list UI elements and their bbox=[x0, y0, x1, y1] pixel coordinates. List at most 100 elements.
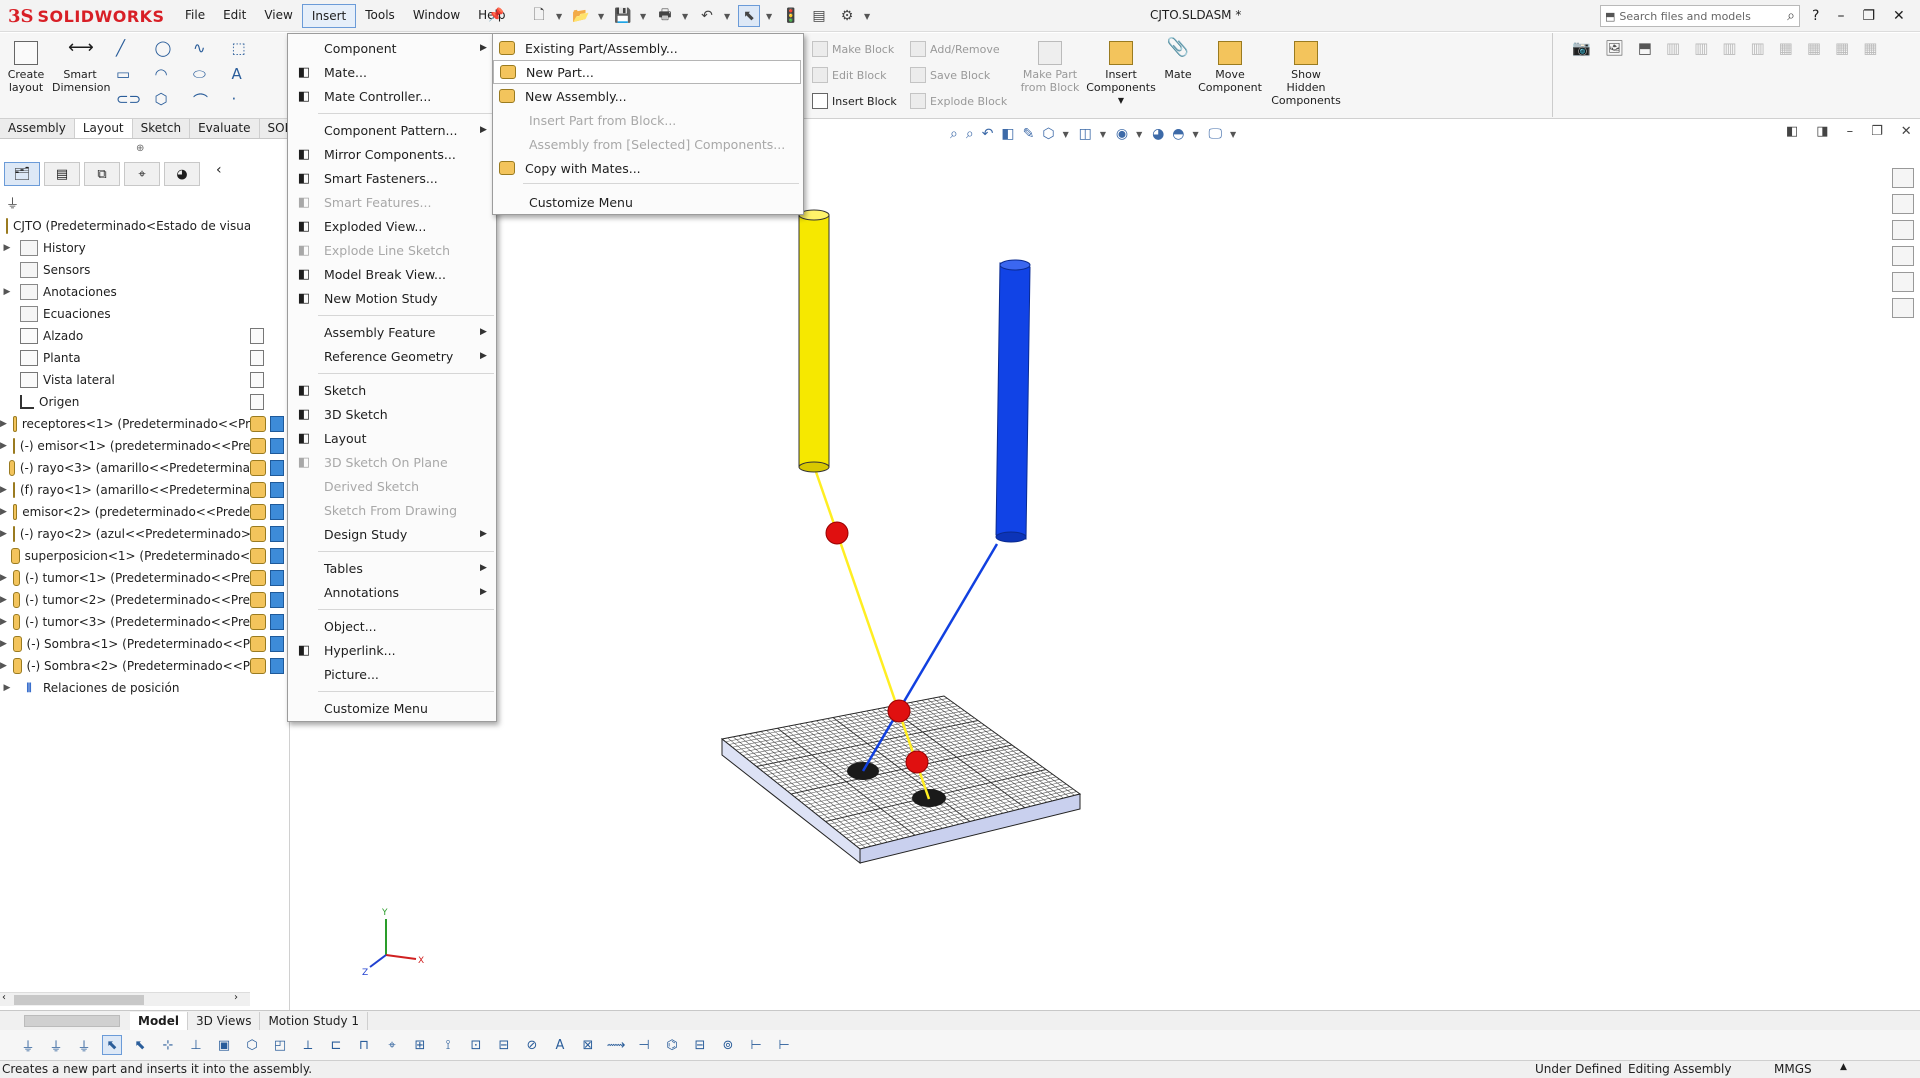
component-submenu-item[interactable]: Copy with Mates... bbox=[493, 156, 803, 180]
menu-view[interactable]: View bbox=[255, 4, 301, 28]
polygon-icon[interactable]: ⬡ bbox=[155, 90, 188, 113]
expand-arrow-icon[interactable]: ▶ bbox=[0, 243, 14, 253]
expand-arrow-icon[interactable]: ▶ bbox=[0, 419, 7, 429]
zoom-area-icon[interactable]: ⌕ bbox=[966, 126, 974, 142]
emitter-blue[interactable] bbox=[995, 259, 1031, 543]
tumor-2[interactable] bbox=[887, 699, 911, 723]
select-cursor-icon[interactable]: ⬉ bbox=[738, 5, 760, 27]
mate-button[interactable]: 📎 Mate bbox=[1160, 39, 1196, 82]
tree-item[interactable]: ▶ (-) tumor<2> (Predeterminado<<Pre bbox=[0, 589, 250, 611]
selection-filter-icon[interactable]: ⏚ bbox=[18, 1035, 38, 1055]
tree-item[interactable]: ▶ (f) rayo<1> (amarillo<<Predetermina bbox=[0, 479, 250, 501]
configuration-manager-tab[interactable]: ⧉ bbox=[84, 162, 120, 186]
dynamic-annotation-icon[interactable]: ✎ bbox=[1023, 126, 1035, 142]
trim-icon[interactable]: ⬚ bbox=[232, 39, 265, 59]
insert-menu-item[interactable]: ◧ Layout bbox=[288, 426, 496, 450]
close-icon[interactable]: ✕ bbox=[1893, 8, 1905, 24]
insert-menu-item[interactable]: Component ▶ bbox=[288, 36, 496, 60]
tab-evaluate[interactable]: Evaluate bbox=[190, 119, 260, 138]
align-icon[interactable]: ▥ bbox=[1722, 39, 1736, 57]
selection-filter-icon[interactable]: ◰ bbox=[270, 1035, 290, 1055]
filter-icon[interactable]: ⏚ bbox=[6, 193, 19, 212]
selection-filter-icon[interactable]: ▣ bbox=[214, 1035, 234, 1055]
show-hidden-components-button[interactable]: Show Hidden Components bbox=[1270, 41, 1342, 107]
insert-menu-item[interactable]: ◧ Mate... bbox=[288, 60, 496, 84]
chevron-down-icon[interactable]: ▼ bbox=[1100, 130, 1108, 139]
expand-arrow-icon[interactable]: ▶ bbox=[0, 507, 7, 517]
selection-filter-icon[interactable]: A bbox=[550, 1035, 570, 1055]
selection-filter-icon[interactable]: ⊘ bbox=[522, 1035, 542, 1055]
make-part-from-block-button[interactable]: Make Part from Block bbox=[1020, 41, 1080, 94]
selection-filter-icon[interactable]: ⟂ bbox=[298, 1035, 318, 1055]
point-icon[interactable]: · bbox=[232, 90, 265, 113]
save-icon[interactable]: 💾 bbox=[612, 5, 634, 27]
camera-icon[interactable]: 📷 bbox=[1572, 39, 1591, 57]
tree-item[interactable]: (-) rayo<3> (amarillo<<Predetermina bbox=[0, 457, 250, 479]
align-icon[interactable]: ▦ bbox=[1863, 39, 1877, 57]
file-properties-icon[interactable]: ▤ bbox=[808, 5, 830, 27]
selection-filter-icon[interactable]: ⏚ bbox=[46, 1035, 66, 1055]
tab-motion-study-1[interactable]: Motion Study 1 bbox=[260, 1011, 369, 1030]
scroll-right-icon[interactable]: › bbox=[234, 992, 238, 1003]
chevron-down-icon[interactable]: ▼ bbox=[1063, 130, 1071, 139]
insert-menu-item[interactable]: Tables ▶ bbox=[288, 556, 496, 580]
tree-item[interactable]: ▶ receptores<1> (Predeterminado<<Pr bbox=[0, 413, 250, 435]
explode-block-button[interactable]: Explode Block bbox=[910, 93, 1007, 109]
selection-filter-icon[interactable]: ⟿ bbox=[606, 1035, 626, 1055]
tree-item[interactable]: Alzado bbox=[0, 325, 250, 347]
insert-block-button[interactable]: Insert Block bbox=[812, 93, 897, 109]
selection-filter-icon[interactable]: ⊹ bbox=[158, 1035, 178, 1055]
rectangle-icon[interactable]: ▭ bbox=[116, 65, 149, 85]
tree-item[interactable]: ▶ emisor<2> (predeterminado<<Prede bbox=[0, 501, 250, 523]
minimize-icon[interactable]: – bbox=[1847, 124, 1854, 139]
traffic-light-icon[interactable]: 🚦 bbox=[780, 5, 802, 27]
expand-arrow-icon[interactable]: ▶ bbox=[0, 573, 7, 583]
chevron-down-icon[interactable]: ▼ bbox=[1086, 94, 1156, 107]
scene-icon[interactable]: ◓ bbox=[1172, 126, 1184, 142]
expand-arrow-icon[interactable]: ▶ bbox=[0, 683, 14, 693]
feature-manager-tab[interactable]: 🗂 bbox=[4, 162, 40, 186]
selection-filter-icon[interactable]: ⊢ bbox=[746, 1035, 766, 1055]
horizontal-scrollbar[interactable]: ‹ › bbox=[0, 992, 250, 1006]
fillet-icon[interactable]: ⌒ bbox=[193, 90, 226, 113]
selection-filter-icon[interactable]: ⬉ bbox=[130, 1035, 150, 1055]
print-icon[interactable]: 🖶 bbox=[654, 5, 676, 27]
align-icon[interactable]: ▥ bbox=[1750, 39, 1764, 57]
tree-item[interactable]: ▶ (-) emisor<1> (predeterminado<<Pre bbox=[0, 435, 250, 457]
insert-menu-item[interactable]: ◧ Explode Line Sketch bbox=[288, 238, 496, 262]
smart-dimension-button[interactable]: ⟷ Smart Dimension bbox=[52, 39, 110, 95]
component-submenu-item[interactable]: Insert Part from Block... bbox=[493, 108, 803, 132]
tree-item[interactable]: ▶ (-) Sombra<2> (Predeterminado<<P bbox=[0, 655, 250, 677]
insert-menu-item[interactable]: ◧ Hyperlink... bbox=[288, 638, 496, 662]
tile-left-icon[interactable]: ◧ bbox=[1786, 124, 1798, 139]
chevron-left-icon[interactable]: ‹ bbox=[216, 162, 222, 188]
expand-arrow-icon[interactable]: ▶ bbox=[0, 441, 7, 451]
chevron-down-icon[interactable]: ▼ bbox=[1230, 130, 1238, 139]
insert-menu-item[interactable]: ◧ 3D Sketch bbox=[288, 402, 496, 426]
expand-arrow-icon[interactable]: ▶ bbox=[0, 287, 14, 297]
selection-filter-icon[interactable]: ⊟ bbox=[494, 1035, 514, 1055]
selection-filter-icon[interactable]: ⌖ bbox=[382, 1035, 402, 1055]
insert-menu-item[interactable]: ◧ New Motion Study bbox=[288, 286, 496, 310]
chevron-down-icon[interactable]: ▼ bbox=[766, 12, 774, 21]
align-icon[interactable]: ▥ bbox=[1694, 39, 1708, 57]
align-icon[interactable]: ▦ bbox=[1807, 39, 1821, 57]
pin-icon[interactable]: 📌 bbox=[488, 8, 504, 23]
tree-item[interactable]: Planta bbox=[0, 347, 250, 369]
expand-arrow-icon[interactable]: ▶ bbox=[0, 485, 7, 495]
tree-item[interactable]: ▶ (-) tumor<3> (Predeterminado<<Pre bbox=[0, 611, 250, 633]
scroll-left-icon[interactable]: ‹ bbox=[2, 992, 6, 1003]
graphics-area[interactable]: Y X Z bbox=[292, 119, 1882, 1010]
align-icon[interactable]: ▥ bbox=[1666, 39, 1680, 57]
selection-filter-icon[interactable]: ⊢ bbox=[774, 1035, 794, 1055]
dimxpert-tab[interactable]: ⌖ bbox=[124, 162, 160, 186]
tree-item[interactable]: ▶ (-) tumor<1> (Predeterminado<<Pre bbox=[0, 567, 250, 589]
insert-menu-item[interactable]: Component Pattern... ▶ bbox=[288, 118, 496, 142]
align-icon[interactable]: ▦ bbox=[1835, 39, 1849, 57]
view-orientation-icon[interactable]: ⬡ bbox=[1042, 126, 1054, 142]
add-remove-button[interactable]: Add/Remove bbox=[910, 41, 1000, 57]
zoom-to-fit-icon[interactable]: ⌕ bbox=[950, 126, 958, 142]
minimize-icon[interactable]: – bbox=[1837, 8, 1844, 24]
chevron-down-icon[interactable]: ▼ bbox=[640, 12, 648, 21]
insert-menu-item[interactable]: ◧ Sketch bbox=[288, 378, 496, 402]
